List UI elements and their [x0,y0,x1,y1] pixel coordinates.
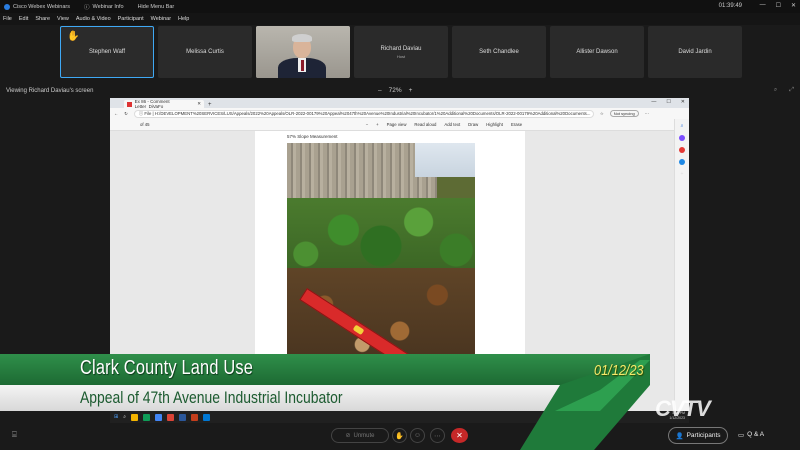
more-options-icon[interactable]: ⋯ [430,428,445,443]
reactions-icon[interactable]: ☺ [410,428,425,443]
lower-third-diagonal [520,354,650,450]
lower-third-subtitle: Appeal of 47th Avenue Industrial Incubat… [80,388,343,407]
lower-third-title: Clark County Land Use [80,357,253,379]
lower-third-date: 01/12/23 [594,362,644,379]
cvtv-watermark: CVTV [655,396,711,421]
unmute-button[interactable]: ⊘ Unmute [331,428,389,443]
captions-icon[interactable]: ⌸ [12,430,17,440]
microphone-muted-icon: ⊘ [345,433,351,439]
qa-icon: ▭ [738,432,745,439]
hand-icon[interactable]: ✋ [392,428,407,443]
qa-button[interactable]: ▭ Q & A [738,431,764,439]
leave-call-button[interactable]: ✕ [451,428,468,443]
participants-button[interactable]: 👤 Participants [668,427,728,444]
participants-icon: 👤 [675,432,684,440]
meeting-controls: ⌸ ⊘ Unmute ✋ ☺ ⋯ ✕ 👤 Participants ▭ Q & … [0,426,800,446]
